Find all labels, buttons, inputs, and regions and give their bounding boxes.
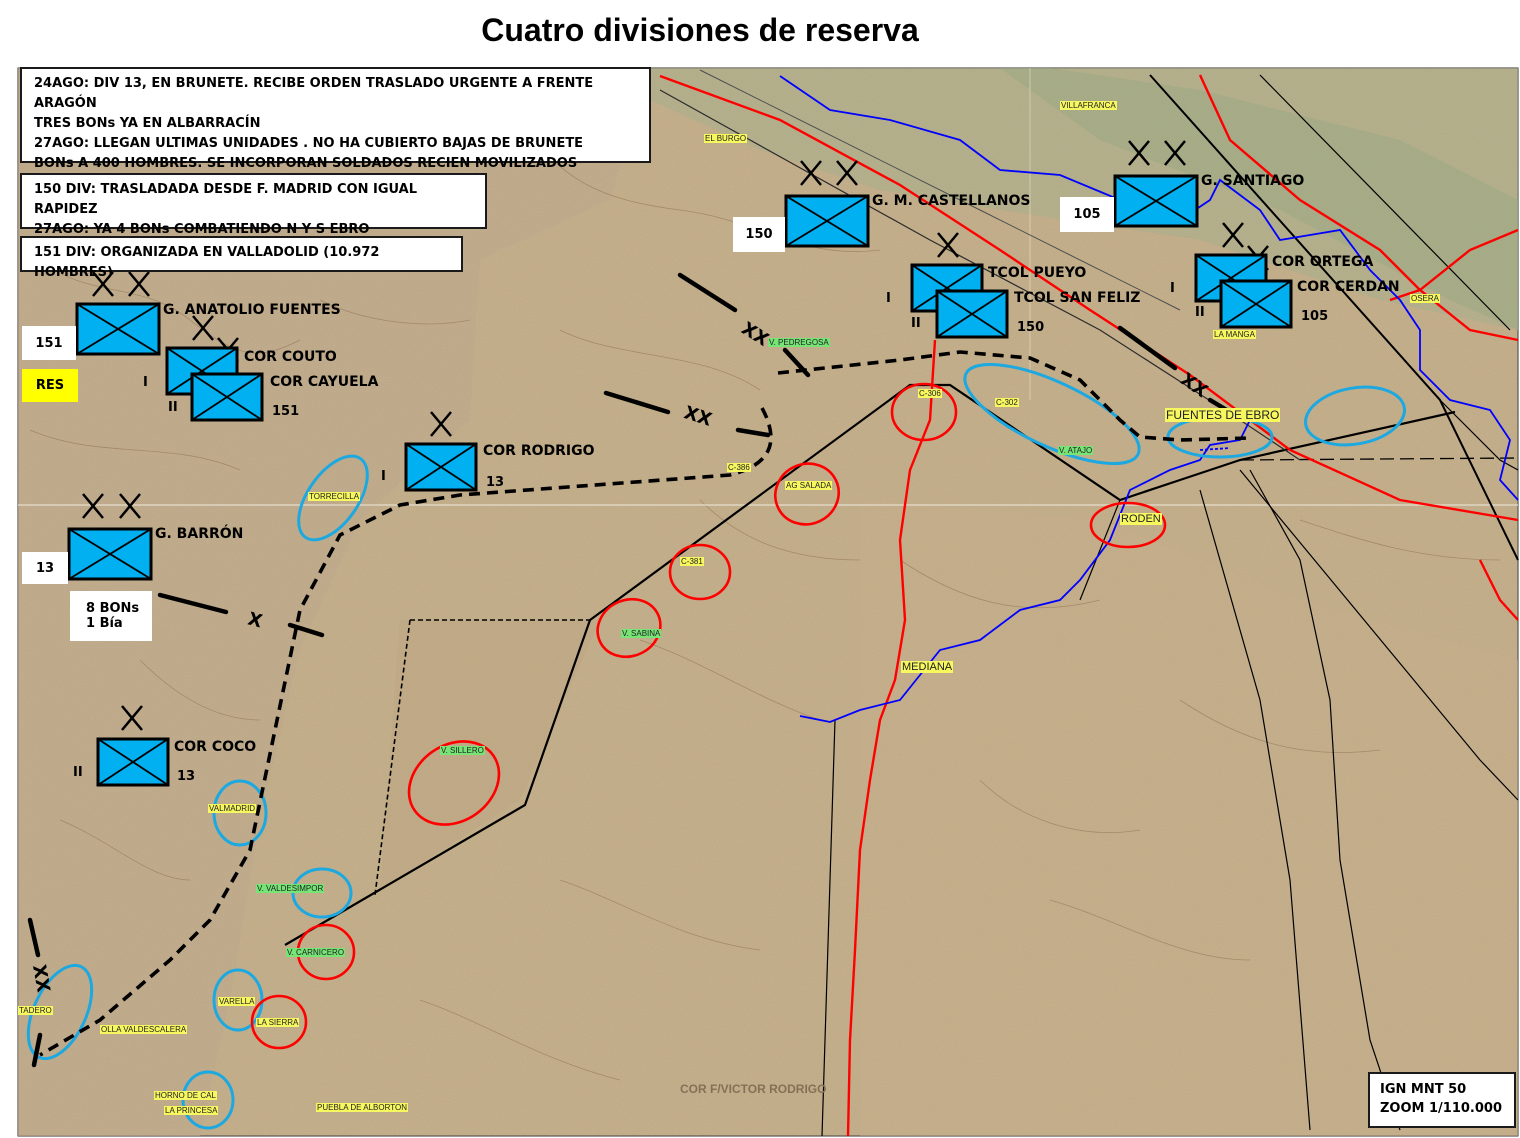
echelon-coco: II xyxy=(73,765,83,780)
div-tag-151: 151 xyxy=(22,326,76,360)
scale-source: IGN MNT 50 xyxy=(1380,1082,1467,1097)
boundary-xx-4: XX xyxy=(28,963,54,994)
unit-box-san-feliz[interactable] xyxy=(935,289,1009,339)
place-la-manga: LA MANGA xyxy=(1213,330,1256,339)
barron-note-bons: 8 BONs xyxy=(86,601,140,616)
label-anatolio-fuentes: G. ANATOLIO FUENTES xyxy=(163,302,341,318)
place-fuentes-de-ebro: FUENTES DE EBRO xyxy=(1165,408,1281,422)
place-la-princesa: LA PRINCESA xyxy=(164,1106,219,1115)
page-title: Cuatro divisiones de reserva xyxy=(481,12,919,48)
label-barron: G. BARRÓN xyxy=(155,526,244,542)
place-v-sabina: V. SABINA xyxy=(621,629,662,638)
faint-credit: COR F/VICTOR RODRIGO xyxy=(680,1082,827,1096)
place-olla-valdescalera: OLLA VALDESCALERA xyxy=(100,1025,188,1034)
label-coco: COR COCO xyxy=(174,739,257,755)
div-san-feliz: 150 xyxy=(1017,320,1045,335)
place-el-burgo: EL BURGO xyxy=(704,134,748,143)
place-c302: C-302 xyxy=(995,398,1019,407)
place-varella: VARELLA xyxy=(218,997,256,1006)
unit-box-castellanos[interactable] xyxy=(784,194,870,248)
place-torrecilla: TORRECILLA xyxy=(308,492,361,501)
info-line: TRES BONs YA EN ALBARRACÍN xyxy=(34,116,261,131)
label-cerdan: COR CERDAN xyxy=(1297,279,1400,295)
place-valmadrid: VALMADRID xyxy=(208,804,257,813)
div-rodrigo: 13 xyxy=(486,475,505,490)
echelon-rodrigo: I xyxy=(381,469,386,484)
info-line: BONs A 400 HOMBRES. SE INCORPORAN SOLDAD… xyxy=(34,156,578,171)
info-line: 24AGO: DIV 13, EN BRUNETE. RECIBE ORDEN … xyxy=(34,76,594,111)
label-cayuela: COR CAYUELA xyxy=(270,374,379,390)
unit-box-barron[interactable] xyxy=(67,527,153,581)
info-box-div150: 150 DIV: TRASLADADA DESDE F. MADRID CON … xyxy=(20,173,487,237)
place-ag-salada: AG SALADA xyxy=(785,481,833,490)
place-roden: RODEN xyxy=(1120,513,1162,525)
echelon-cayuela: II xyxy=(168,400,178,415)
div-coco: 13 xyxy=(177,769,196,784)
div-cerdan: 105 xyxy=(1301,309,1329,324)
place-v-pedregosa: V. PEDREGOSA xyxy=(768,338,830,347)
label-pueyo: TCOL PUEYO xyxy=(988,265,1087,281)
place-puebla-de-alborton: PUEBLA DE ALBORTON xyxy=(316,1103,408,1112)
place-v-atajo: V. ATAJO xyxy=(1058,446,1094,455)
div-tag-13: 13 xyxy=(22,552,68,584)
barron-note: 8 BONs 1 Bía xyxy=(70,591,152,641)
unit-box-cerdan[interactable] xyxy=(1219,279,1293,329)
unit-box-anatolio-fuentes[interactable] xyxy=(75,302,161,356)
unit-box-coco[interactable] xyxy=(96,737,170,787)
div-cayuela: 151 xyxy=(272,404,300,419)
info-box-div13: 24AGO: DIV 13, EN BRUNETE. RECIBE ORDEN … xyxy=(20,67,651,171)
place-la-sierra: LA SIERRA xyxy=(256,1018,300,1027)
label-rodrigo: COR RODRIGO xyxy=(483,443,595,459)
place-villafranca: VILLAFRANCA xyxy=(1060,101,1117,110)
place-horno-de-cal: HORNO DE CAL xyxy=(154,1091,217,1100)
div-tag-105: 105 xyxy=(1060,197,1114,232)
place-v-carnicero: V. CARNICERO xyxy=(286,948,346,957)
unit-box-cayuela[interactable] xyxy=(190,372,264,422)
scale-box: IGN MNT 50 ZOOM 1/110.000 xyxy=(1368,1072,1516,1128)
info-box-div151: 151 DIV: ORGANIZADA EN VALLADOLID (10.97… xyxy=(20,236,463,280)
unit-box-rodrigo[interactable] xyxy=(404,442,478,492)
info-line: 27AGO: LLEGAN ULTIMAS UNIDADES . NO HA C… xyxy=(34,136,584,151)
place-v-valdesimpor: V. VALDESIMPOR xyxy=(256,884,325,893)
reserve-badge: RES xyxy=(22,369,78,402)
label-san-feliz: TCOL SAN FELIZ xyxy=(1014,290,1141,306)
scale-zoom: ZOOM 1/110.000 xyxy=(1380,1101,1502,1116)
echelon-san-feliz: II xyxy=(911,316,921,331)
div-tag-150: 150 xyxy=(733,217,785,252)
echelon-couto: I xyxy=(143,375,148,390)
echelon-ortega: I xyxy=(1170,281,1175,296)
label-couto: COR COUTO xyxy=(244,349,337,365)
place-c306: C-306 xyxy=(918,389,942,398)
echelon-cerdan: II xyxy=(1195,305,1205,320)
label-castellanos: G. M. CASTELLANOS xyxy=(872,193,1031,209)
place-v-sillero: V. SILLERO xyxy=(440,746,485,755)
info-line: 151 DIV: ORGANIZADA EN VALLADOLID (10.97… xyxy=(34,245,380,280)
place-tadero: TADERO xyxy=(18,1006,53,1015)
place-mediana: MEDIANA xyxy=(901,661,954,673)
place-osera: OSERA xyxy=(1410,294,1441,303)
echelon-pueyo: I xyxy=(886,291,891,306)
barron-note-bia: 1 Bía xyxy=(86,616,123,631)
label-ortega: COR ORTEGA xyxy=(1272,254,1374,270)
place-c381: C-381 xyxy=(680,557,704,566)
label-santiago: G. SANTIAGO xyxy=(1201,173,1305,189)
place-c386: C-386 xyxy=(727,463,751,472)
info-line: 150 DIV: TRASLADADA DESDE F. MADRID CON … xyxy=(34,182,417,217)
unit-box-santiago[interactable] xyxy=(1113,174,1199,228)
